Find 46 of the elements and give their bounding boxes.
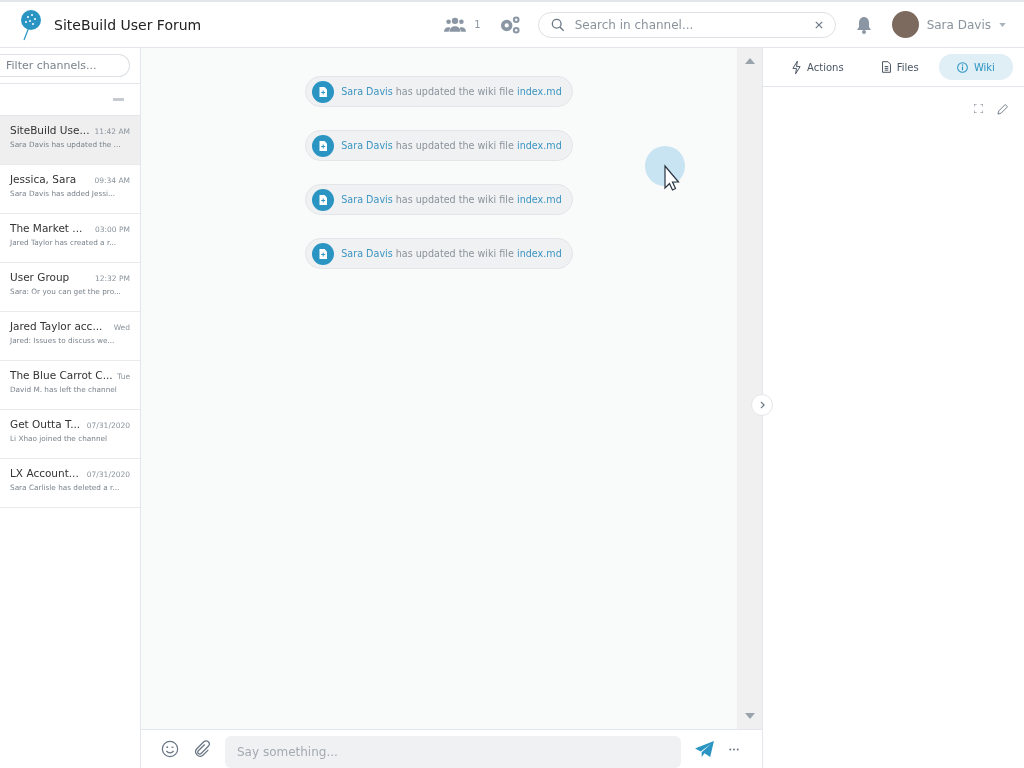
send-icon[interactable]	[695, 740, 714, 758]
channel-name: The Market ...	[10, 222, 83, 234]
channel-name: Jessica, Sara	[10, 173, 77, 185]
dandelion-logo-icon	[18, 8, 42, 41]
bolt-icon	[792, 60, 802, 74]
file-icon	[312, 188, 335, 211]
settings-icon[interactable]	[498, 15, 522, 34]
filter-field[interactable]: Filter channels...	[0, 54, 130, 77]
channel-name: Jared Taylor acc...	[10, 320, 103, 332]
forum-title: SiteBuild User Forum	[54, 16, 202, 33]
file-icon	[312, 134, 335, 157]
members-icon[interactable]	[444, 17, 467, 32]
emoji-icon[interactable]	[161, 740, 179, 758]
scroll-up-icon[interactable]	[744, 58, 755, 64]
info-icon	[956, 61, 968, 73]
bell-icon[interactable]	[855, 15, 872, 34]
user-avatar[interactable]	[891, 11, 919, 38]
close-icon[interactable]	[814, 20, 823, 29]
message-text: Sara Davis has updated the wiki file index.md	[341, 140, 562, 151]
message-input[interactable]: Say something...	[225, 736, 681, 768]
channel-name: The Blue Carrot C...	[10, 369, 113, 381]
message-text: Sara Davis has updated the wiki file index.md	[341, 248, 562, 259]
file-icon	[312, 80, 335, 103]
channel-name: SiteBuild Use...	[10, 124, 90, 136]
file-icon	[312, 242, 335, 265]
caret-icon[interactable]	[999, 22, 1006, 27]
cursor-icon	[645, 146, 685, 194]
channel-name: LX Account...	[10, 467, 79, 479]
member-count: 1	[474, 19, 481, 30]
message-text: Sara Davis has updated the wiki file index.md	[341, 194, 562, 205]
scroll-down-icon[interactable]	[744, 713, 755, 719]
scrollbar[interactable]	[737, 48, 762, 729]
chevron-icon	[759, 401, 765, 409]
search-icon	[550, 17, 565, 32]
search-field[interactable]: Search in channel...	[572, 16, 807, 33]
message-text: Sara Davis has updated the wiki file index.md	[341, 86, 562, 97]
paperclip-icon[interactable]	[193, 740, 211, 758]
expand-panel-button[interactable]	[751, 394, 773, 416]
panel-tab[interactable]: Files	[863, 54, 937, 80]
channel-name: Get Outta T...	[10, 418, 81, 430]
file-icon	[881, 61, 891, 73]
panel-tab[interactable]: Actions	[774, 54, 862, 80]
pencil-icon[interactable]	[997, 104, 1008, 115]
more-icon[interactable]	[728, 747, 740, 751]
channel-name: User Group	[10, 271, 70, 283]
fullscreen-icon[interactable]	[974, 104, 983, 113]
